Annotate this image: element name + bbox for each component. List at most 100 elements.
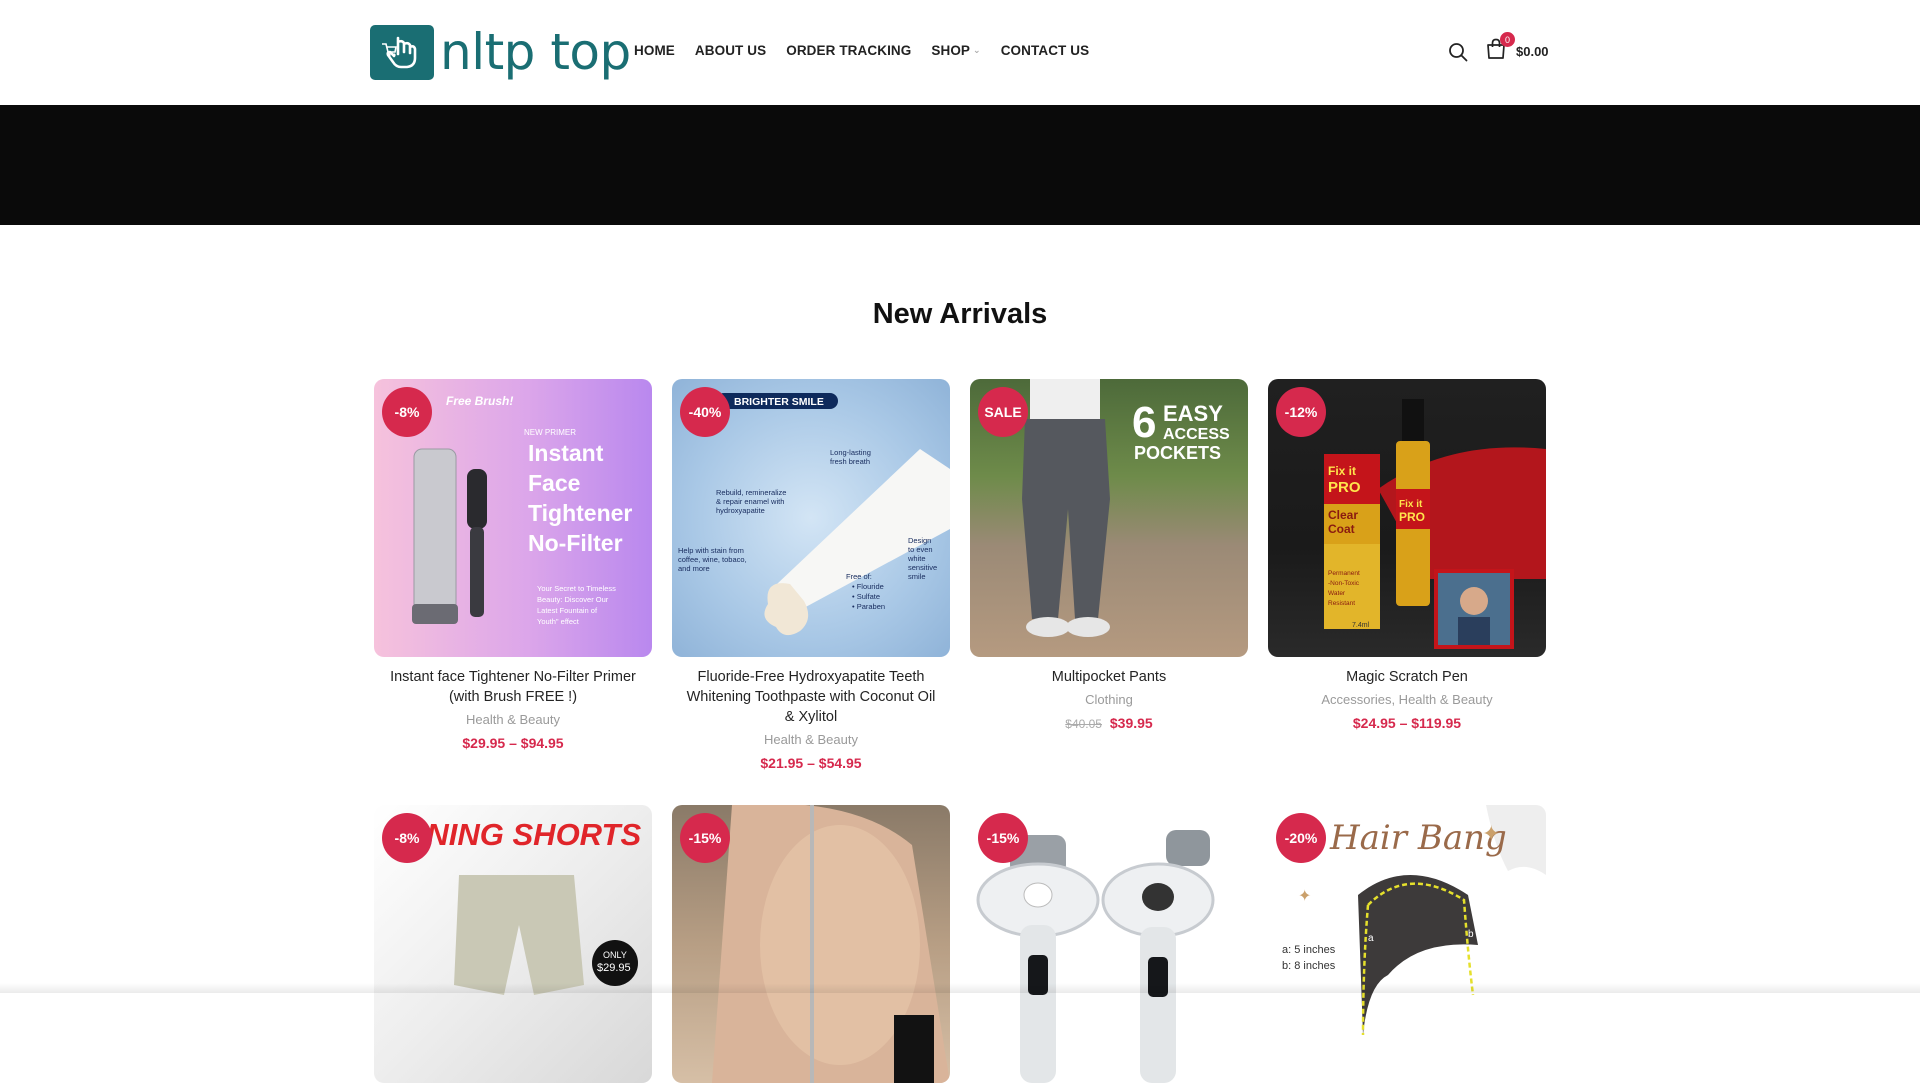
svg-text:• Paraben: • Paraben: [852, 602, 885, 611]
image-price-text: $29.95: [597, 962, 631, 974]
product-card[interactable]: -8% NEW PRIMER Free Brush! Instant Face …: [374, 379, 652, 751]
image-ribbon: Free Brush!: [446, 394, 513, 408]
svg-text:Permanent: Permanent: [1328, 570, 1360, 577]
svg-text:smile: smile: [908, 572, 926, 581]
product-price: $29.95 – $94.95: [462, 735, 564, 751]
nav-about-us[interactable]: ABOUT US: [695, 43, 766, 58]
svg-text:Latest Fountain of: Latest Fountain of: [537, 606, 598, 615]
hero-banner: [0, 105, 1920, 225]
svg-text:7.4ml: 7.4ml: [1352, 622, 1370, 629]
site-header: nltp top HOME ABOUT US ORDER TRACKING SH…: [0, 0, 1920, 104]
product-card[interactable]: SALE 6 EASY ACCESS POCKETS Multipocket P…: [970, 379, 1248, 731]
product-card[interactable]: -40% BRIGHTER SMILE Long-lasting fresh b…: [672, 379, 950, 771]
discount-badge: -15%: [978, 813, 1028, 863]
label-b: b: [1468, 929, 1474, 940]
logo-text: nltp top: [440, 23, 631, 81]
header-tools: 0 $0.00: [1446, 32, 1549, 65]
svg-text:sensitive: sensitive: [908, 563, 937, 572]
sale-price: $39.95: [1109, 715, 1153, 731]
cart-total: $0.00: [1516, 44, 1549, 59]
cart-button[interactable]: 0 $0.00: [1486, 32, 1549, 65]
svg-text:Rebuild, remineralize: Rebuild, remineralize: [716, 488, 786, 497]
product-image[interactable]: -8% NNING SHORTS ONLY $29.95: [374, 805, 652, 1083]
product-image[interactable]: -12% Fix it PRO . . Clear Coat Permanent…: [1268, 379, 1546, 657]
svg-text:EASY: EASY: [1163, 401, 1223, 426]
product-card[interactable]: -20% Hair Bang ✦ ✦ a b a: 5 inches b: 8 …: [1268, 805, 1546, 1083]
product-category[interactable]: Accessories, Health & Beauty: [1268, 692, 1546, 707]
nav-shop-label: SHOP: [931, 43, 971, 58]
svg-text:white: white: [907, 554, 926, 563]
product-title[interactable]: Multipocket Pants: [970, 667, 1248, 687]
old-price: $40.05: [1065, 717, 1102, 731]
svg-text:Coat: Coat: [1328, 522, 1355, 536]
svg-text:PRO: PRO: [1328, 479, 1361, 496]
site-logo[interactable]: nltp top: [370, 24, 631, 80]
svg-text:No-Filter: No-Filter: [528, 530, 623, 556]
svg-text:Fix it: Fix it: [1399, 499, 1423, 510]
product-card[interactable]: -8% NNING SHORTS ONLY $29.95: [374, 805, 652, 1083]
product-card[interactable]: -15%: [970, 805, 1248, 1083]
label-a: a: [1368, 933, 1374, 944]
product-image[interactable]: -20% Hair Bang ✦ ✦ a b a: 5 inches b: 8 …: [1268, 805, 1546, 1083]
svg-text:Beauty: Discover Our: Beauty: Discover Our: [537, 595, 609, 604]
product-price: $40.05 $39.95: [970, 715, 1248, 731]
svg-text:Instant: Instant: [528, 440, 604, 466]
svg-text:& repair enamel with: & repair enamel with: [716, 497, 784, 506]
svg-text:6: 6: [1132, 398, 1156, 447]
product-title[interactable]: Fluoride-Free Hydroxyapatite Teeth White…: [672, 667, 950, 727]
svg-text:coffee, wine, tobaco,: coffee, wine, tobaco,: [678, 555, 747, 564]
image-only-text: ONLY: [603, 950, 627, 960]
discount-badge: -8%: [382, 387, 432, 437]
discount-badge: -40%: [680, 387, 730, 437]
image-headline: NNING SHORTS: [404, 817, 641, 852]
nav-contact-us[interactable]: CONTACT US: [1001, 43, 1090, 58]
size-a: a: 5 inches: [1282, 944, 1336, 956]
nav-shop[interactable]: SHOP ⌄: [931, 43, 980, 58]
svg-text:• Flouride: • Flouride: [852, 582, 884, 591]
discount-badge: -15%: [680, 813, 730, 863]
product-category[interactable]: Health & Beauty: [672, 732, 950, 747]
sale-badge: SALE: [978, 387, 1028, 437]
discount-badge: -8%: [382, 813, 432, 863]
svg-text:and more: and more: [678, 564, 710, 573]
product-card[interactable]: -12% Fix it PRO . . Clear Coat Permanent…: [1268, 379, 1546, 731]
svg-text:Long-lasting: Long-lasting: [830, 448, 871, 457]
svg-text:Face: Face: [528, 470, 580, 496]
product-card[interactable]: -15%: [672, 805, 950, 1083]
discount-badge: -12%: [1276, 387, 1326, 437]
svg-text:Help with stain from: Help with stain from: [678, 546, 744, 555]
product-image[interactable]: -15%: [672, 805, 950, 1083]
product-price: $21.95 – $54.95: [760, 755, 862, 771]
svg-text:POCKETS: POCKETS: [1134, 443, 1221, 463]
svg-text:Your Secret to Timeless: Your Secret to Timeless: [537, 584, 616, 593]
svg-text:Water: Water: [1328, 590, 1346, 597]
svg-text:ACCESS: ACCESS: [1163, 426, 1230, 443]
nav-order-tracking[interactable]: ORDER TRACKING: [786, 43, 911, 58]
search-icon[interactable]: [1446, 40, 1470, 64]
svg-text:Clear: Clear: [1328, 508, 1358, 522]
logo-hand-cart-icon: [370, 24, 434, 80]
product-title[interactable]: Instant face Tightener No-Filter Primer …: [374, 667, 652, 707]
main-nav: HOME ABOUT US ORDER TRACKING SHOP ⌄ CONT…: [634, 43, 1109, 58]
product-image[interactable]: SALE 6 EASY ACCESS POCKETS: [970, 379, 1248, 657]
product-image[interactable]: -40% BRIGHTER SMILE Long-lasting fresh b…: [672, 379, 950, 657]
product-title[interactable]: Magic Scratch Pen: [1268, 667, 1546, 687]
product-image[interactable]: -15%: [970, 805, 1248, 1083]
product-price: $24.95 – $119.95: [1352, 715, 1462, 731]
image-kicker: NEW PRIMER: [524, 428, 576, 437]
svg-text:Resistant: Resistant: [1328, 600, 1355, 607]
svg-text:Tightener: Tightener: [528, 500, 632, 526]
svg-text:PRO: PRO: [1399, 510, 1425, 524]
product-image[interactable]: -8% NEW PRIMER Free Brush! Instant Face …: [374, 379, 652, 657]
svg-text:fresh breath: fresh breath: [830, 457, 870, 466]
svg-text:Fix it: Fix it: [1328, 464, 1356, 478]
nav-home[interactable]: HOME: [634, 43, 675, 58]
product-category[interactable]: Clothing: [970, 692, 1248, 707]
product-category[interactable]: Health & Beauty: [374, 712, 652, 727]
svg-text:Free of:: Free of:: [846, 572, 872, 581]
image-headline: Hair Bang: [1329, 818, 1507, 858]
svg-text:✦: ✦: [1482, 822, 1500, 847]
chevron-down-icon: ⌄: [973, 45, 981, 55]
svg-text:✦: ✦: [1298, 886, 1311, 905]
cart-count-badge: 0: [1500, 32, 1515, 47]
